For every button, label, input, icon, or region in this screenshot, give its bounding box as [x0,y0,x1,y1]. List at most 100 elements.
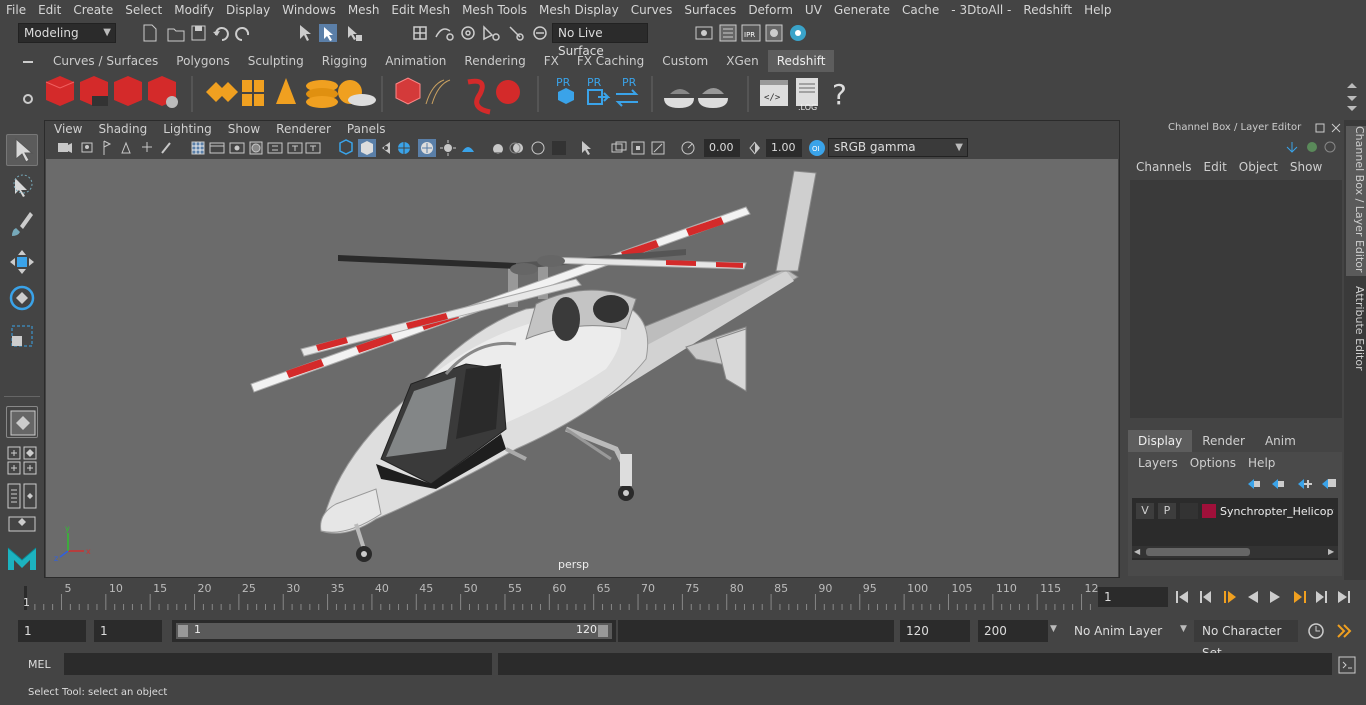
start-time-field[interactable]: 1 [18,620,86,642]
layer-tool-icons[interactable] [1244,476,1340,492]
select-tool[interactable] [6,134,38,166]
exposure-field[interactable]: 0.00 [704,139,740,157]
tab-curves-surfaces[interactable]: Curves / Surfaces [44,50,167,72]
single-view-layout[interactable] [6,406,38,438]
menu-deform[interactable]: Deform [742,0,799,20]
layer-list-scrollbar[interactable]: ◀ ▶ [1132,546,1338,558]
script-editor-icon[interactable] [1338,656,1356,674]
color-management-icon[interactable]: OI [808,139,826,157]
range-end-handle[interactable] [598,625,608,637]
shelf-scroll-icons[interactable] [1342,50,1362,114]
shelf-menu-icon[interactable] [14,52,40,118]
menu-file[interactable]: File [0,0,32,20]
menu-select[interactable]: Select [119,0,168,20]
menu-edit[interactable]: Edit [32,0,67,20]
anim-pref-icons[interactable] [1306,621,1358,641]
move-tool[interactable] [6,246,38,278]
tab-redshift[interactable]: Redshift [767,50,835,72]
redshift-shelf-icons[interactable]: PR PR PR </> .LOG ? [40,72,1340,118]
tab-custom[interactable]: Custom [653,50,717,72]
tab-polygons[interactable]: Polygons [167,50,238,72]
playback-buttons[interactable] [1174,588,1364,606]
vp-menu-lighting[interactable]: Lighting [155,120,220,138]
cb-menu-edit[interactable]: Edit [1198,160,1233,174]
vp-menu-shading[interactable]: Shading [90,120,155,138]
outliner-layout-icon[interactable] [6,482,38,510]
menu-curves[interactable]: Curves [625,0,679,20]
menu-mesh-display[interactable]: Mesh Display [533,0,625,20]
layer-row[interactable]: V P Synchropter_Helicopter [1136,502,1334,520]
menu-windows[interactable]: Windows [276,0,342,20]
vp-menu-view[interactable]: View [46,120,90,138]
menu-generate[interactable]: Generate [828,0,896,20]
end-time-field[interactable]: 200 [978,620,1048,642]
tab-fx[interactable]: FX [535,50,568,72]
menu-display[interactable]: Display [220,0,276,20]
tab-animation[interactable]: Animation [376,50,455,72]
menu-mesh[interactable]: Mesh [342,0,386,20]
lasso-tool[interactable] [6,172,38,204]
scale-tool[interactable] [6,320,38,352]
tab-rendering[interactable]: Rendering [455,50,534,72]
range-slider-bar-fill[interactable] [176,623,612,639]
scroll-right-icon[interactable]: ▶ [1328,547,1334,556]
cb-menu-object[interactable]: Object [1233,160,1284,174]
3d-viewport[interactable]: x y z persp [46,159,1118,577]
file-tools-icons[interactable] [138,23,258,43]
le-menu-options[interactable]: Options [1184,456,1242,470]
vp-menu-show[interactable]: Show [220,120,268,138]
menu-cache[interactable]: Cache [896,0,945,20]
le-menu-help[interactable]: Help [1242,456,1281,470]
le-menu-layers[interactable]: Layers [1132,456,1184,470]
rotate-tool[interactable] [6,282,38,314]
tab-fx-caching[interactable]: FX Caching [568,50,653,72]
four-view-layout-icon[interactable] [6,444,38,476]
current-frame-field[interactable]: 1 [1098,587,1168,607]
viewport-toolbar-icons[interactable] [56,139,696,157]
tab-attribute-editor[interactable]: Attribute Editor [1346,286,1366,376]
vp-menu-renderer[interactable]: Renderer [268,120,339,138]
render-icons[interactable]: IPR [694,23,814,43]
gamma-field[interactable]: 1.00 [766,139,802,157]
paint-select-tool[interactable] [6,208,38,240]
cb-menu-show[interactable]: Show [1284,160,1328,174]
mel-input[interactable] [64,653,492,675]
live-surface-field[interactable]: No Live Surface [552,23,648,58]
menu-modify[interactable]: Modify [168,0,220,20]
menu-surfaces[interactable]: Surfaces [678,0,742,20]
range-slider[interactable]: 1 120 [172,620,616,642]
vp-menu-panels[interactable]: Panels [339,120,394,138]
menu-mesh-tools[interactable]: Mesh Tools [456,0,533,20]
cb-menu-channels[interactable]: Channels [1130,160,1198,174]
scroll-thumb[interactable] [1146,548,1250,556]
tab-rigging[interactable]: Rigging [313,50,376,72]
playback-end-field[interactable]: 120 [900,620,970,642]
menu-edit-mesh[interactable]: Edit Mesh [385,0,456,20]
menu-uv[interactable]: UV [799,0,828,20]
snap-icons[interactable] [410,23,550,43]
menu-create[interactable]: Create [67,0,119,20]
scroll-left-icon[interactable]: ◀ [1134,547,1140,556]
menu-help[interactable]: Help [1078,0,1117,20]
time-slider[interactable]: 1 5 10 15 20 25 30 35 40 45 50 55 60 65 70 75 80 85 90 95 1… [18,580,1099,614]
chevron-down-icon[interactable]: ▼ [1180,624,1187,634]
panel-float-close-icons[interactable] [1314,122,1344,136]
playback-start-field[interactable]: 1 [94,620,162,642]
layer-name[interactable]: Synchropter_Helicopter [1220,505,1334,518]
graph-layout-icon[interactable] [6,516,38,532]
character-set-selector[interactable]: No Character Set [1194,620,1298,660]
tab-render-layers[interactable]: Render [1192,430,1255,452]
menu-redshift[interactable]: Redshift [1017,0,1078,20]
range-start-handle[interactable] [178,625,188,637]
menu-3dtoall[interactable]: - 3DtoAll - [945,0,1017,20]
chevron-down-icon[interactable]: ▼ [1050,624,1057,634]
layer-playback-toggle[interactable]: P [1158,503,1176,519]
mel-label[interactable]: MEL [28,658,51,671]
mode-selector[interactable]: Modeling ▼ [18,23,116,43]
layer-type-toggle[interactable] [1180,503,1198,519]
channel-box-tool-icons[interactable] [1282,138,1342,156]
channel-list-area[interactable] [1130,180,1342,418]
tab-anim-layers[interactable]: Anim [1255,430,1306,452]
tab-sculpting[interactable]: Sculpting [239,50,313,72]
tab-channel-box[interactable]: Channel Box / Layer Editor [1346,126,1366,276]
